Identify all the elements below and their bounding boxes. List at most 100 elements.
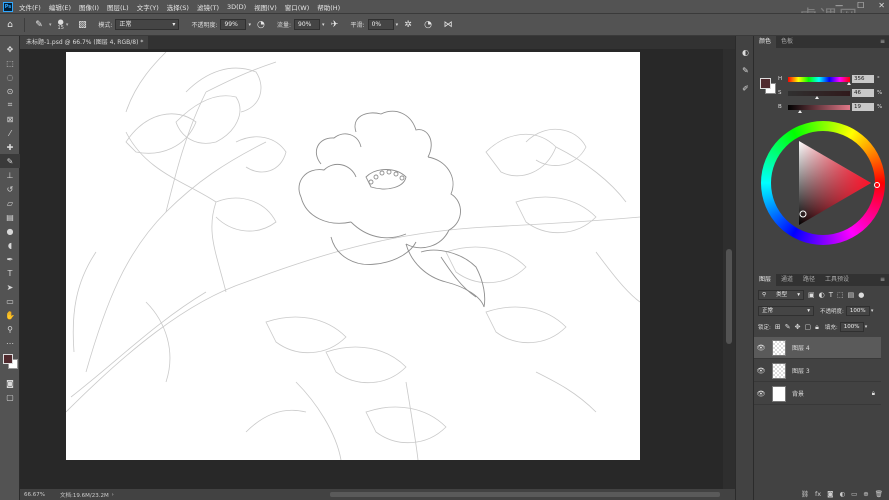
dropdown-arrow-icon[interactable]: ▾ <box>66 22 69 28</box>
saturation-input[interactable]: 46 <box>852 89 874 97</box>
horizontal-scrollbar[interactable] <box>330 492 720 497</box>
dodge-tool-icon[interactable]: ◖ <box>0 238 20 252</box>
gear-icon[interactable]: ✲ <box>402 19 414 31</box>
menu-window[interactable]: 窗口(W) <box>285 2 310 12</box>
filter-shape-icon[interactable]: ⬚ <box>837 291 844 299</box>
history-brush-tool-icon[interactable]: ↺ <box>0 182 20 196</box>
menu-view[interactable]: 视图(V) <box>254 2 277 12</box>
menu-select[interactable]: 选择(S) <box>167 2 189 12</box>
panel-menu-icon[interactable]: ≡ <box>880 276 885 283</box>
panel-menu-icon[interactable]: ≡ <box>880 38 885 45</box>
new-group-icon[interactable]: ▭ <box>851 490 857 498</box>
tab-channels[interactable]: 通道 <box>776 274 798 286</box>
tab-layers[interactable]: 图层 <box>754 274 777 286</box>
new-adjustment-layer-icon[interactable]: ◐ <box>839 490 845 498</box>
brush-tool-icon[interactable]: ✎ <box>0 154 20 168</box>
eyedropper-tool-icon[interactable]: ⁄ <box>0 126 20 140</box>
saturation-slider-knob[interactable] <box>814 96 819 99</box>
filter-smart-object-icon[interactable]: ▤ <box>848 291 855 299</box>
foreground-color-swatch[interactable] <box>760 78 771 89</box>
menu-type[interactable]: 文字(Y) <box>137 2 159 12</box>
hue-slider[interactable] <box>788 77 850 82</box>
hand-tool-icon[interactable]: ✋ <box>0 308 20 322</box>
brush-settings-icon[interactable]: ✎ <box>736 62 755 78</box>
chevron-right-icon[interactable]: › <box>112 492 114 498</box>
layer-row-background[interactable]: 👁︎ 背景 🔒︎ <box>754 383 881 405</box>
home-icon[interactable]: ⌂ <box>4 19 16 31</box>
delete-layer-icon[interactable]: 🗑︎ <box>875 490 883 498</box>
lock-position-icon[interactable]: ✥ <box>795 323 801 331</box>
mode-select[interactable]: 正常 ▾ <box>115 19 180 30</box>
brushes-icon[interactable]: ✐ <box>736 80 755 96</box>
layer-row-4[interactable]: 👁︎ 图层 4 <box>754 337 881 359</box>
photoshop-logo[interactable]: Ps <box>3 1 13 12</box>
link-layers-icon[interactable]: ⛓ <box>801 490 809 498</box>
airbrush-icon[interactable]: ✈ <box>329 19 341 31</box>
fill-input[interactable]: 100% <box>839 322 864 332</box>
eraser-tool-icon[interactable]: ▱ <box>0 196 20 210</box>
pen-tool-icon[interactable]: ✒ <box>0 252 20 266</box>
hue-input[interactable]: 356 <box>852 75 874 83</box>
document-canvas[interactable] <box>66 52 640 460</box>
brightness-slider-knob[interactable] <box>797 110 802 113</box>
hue-picker-marker[interactable] <box>874 182 880 188</box>
layer-name[interactable]: 背景 <box>792 389 804 398</box>
hue-slider-knob[interactable] <box>847 82 852 85</box>
close-button[interactable]: ✕ <box>878 1 885 10</box>
chevron-down-icon[interactable]: ▾ <box>871 308 874 314</box>
dropdown-arrow-icon[interactable]: ▾ <box>49 22 52 28</box>
symmetry-icon[interactable]: ⋈ <box>442 19 454 31</box>
tab-tool-presets[interactable]: 工具预设 <box>820 274 854 286</box>
zoom-level[interactable]: 66.67% <box>20 492 50 498</box>
pressure-size-icon[interactable]: ◔ <box>422 19 434 31</box>
healing-brush-tool-icon[interactable]: ✚ <box>0 140 20 154</box>
brightness-input[interactable]: 19 <box>852 103 874 111</box>
color-wheel[interactable] <box>761 121 885 245</box>
tab-color[interactable]: 颜色 <box>754 36 777 48</box>
lock-artboard-icon[interactable]: ▢ <box>804 323 811 331</box>
more-tools-icon[interactable]: ⋯ <box>0 336 20 350</box>
color-swatches[interactable] <box>0 350 19 376</box>
chevron-down-icon[interactable]: ▾ <box>248 22 251 28</box>
menu-layer[interactable]: 图层(L) <box>107 2 129 12</box>
smoothing-input[interactable]: 0% <box>367 19 394 30</box>
filter-toggle-icon[interactable]: ● <box>858 291 864 299</box>
visibility-eye-icon[interactable]: 👁︎ <box>754 367 768 375</box>
filter-pixel-icon[interactable]: ▣ <box>808 291 815 299</box>
menu-file[interactable]: 文件(F) <box>19 2 41 12</box>
pressure-opacity-icon[interactable]: ◔ <box>255 19 267 31</box>
layer-name[interactable]: 图层 4 <box>792 343 810 352</box>
menu-help[interactable]: 帮助(H) <box>317 2 340 12</box>
quick-select-tool-icon[interactable]: ⊙ <box>0 84 20 98</box>
marquee-tool-icon[interactable]: ⬚ <box>0 56 20 70</box>
brush-preset-picker[interactable]: ● 15 <box>58 18 64 31</box>
filter-type-icon[interactable]: T <box>829 291 833 299</box>
type-tool-icon[interactable]: T <box>0 266 20 280</box>
minimize-button[interactable]: — <box>835 1 843 10</box>
add-mask-icon[interactable]: ◙ <box>827 490 833 498</box>
maximize-button[interactable]: ☐ <box>857 1 864 10</box>
chevron-down-icon[interactable]: ▾ <box>865 324 868 330</box>
menu-filter[interactable]: 滤镜(T) <box>197 2 219 12</box>
layer-opacity-input[interactable]: 100% <box>845 306 870 316</box>
scrollbar-thumb[interactable] <box>726 249 732 344</box>
lock-transparent-icon[interactable]: ⊞ <box>775 323 781 331</box>
lasso-tool-icon[interactable]: ◌ <box>0 70 20 84</box>
opacity-input[interactable]: 99% <box>220 19 247 30</box>
frame-tool-icon[interactable]: ⊠ <box>0 112 20 126</box>
brush-settings-icon[interactable]: ▧ <box>76 19 88 31</box>
saturation-slider[interactable] <box>788 91 850 96</box>
filter-adjustment-icon[interactable]: ◐ <box>819 291 825 299</box>
gradient-tool-icon[interactable]: ▤ <box>0 210 20 224</box>
vertical-scrollbar[interactable] <box>723 49 735 489</box>
layer-style-icon[interactable]: fx <box>815 490 821 498</box>
screen-mode-icon[interactable]: ▢ <box>0 390 20 404</box>
rectangle-tool-icon[interactable]: ▭ <box>0 294 20 308</box>
visibility-eye-icon[interactable]: 👁︎ <box>754 390 768 398</box>
color-triangle[interactable] <box>761 121 885 245</box>
layer-name[interactable]: 图层 3 <box>792 366 810 375</box>
menu-edit[interactable]: 编辑(E) <box>49 2 71 12</box>
flow-input[interactable]: 90% <box>294 19 321 30</box>
path-select-tool-icon[interactable]: ➤ <box>0 280 20 294</box>
move-tool-icon[interactable]: ✥ <box>0 42 20 56</box>
